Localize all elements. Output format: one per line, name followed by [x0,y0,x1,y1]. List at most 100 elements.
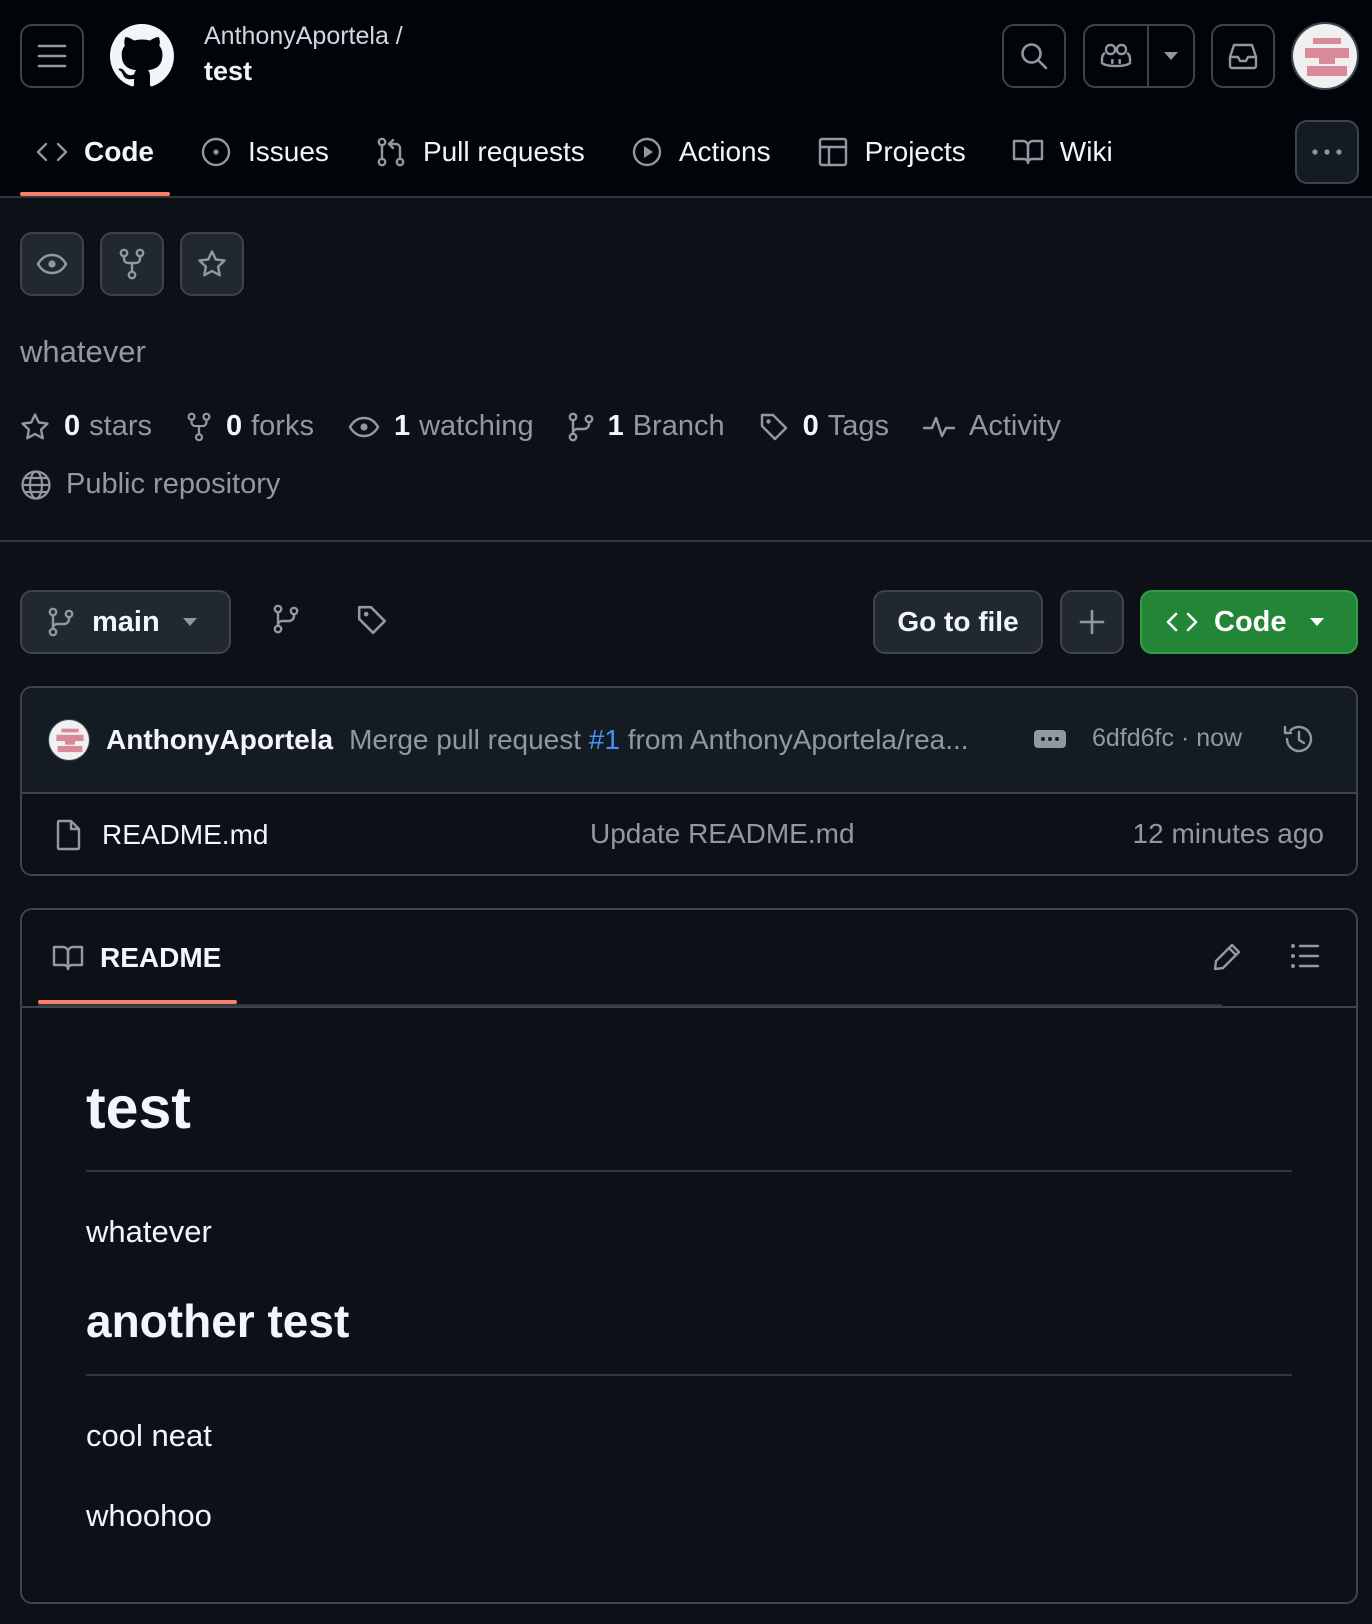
branches-count: 1 [607,410,624,442]
inbox-icon [1228,43,1258,70]
star-icon [20,412,50,442]
copilot-dropdown-button[interactable] [1149,26,1193,86]
star-button[interactable] [180,232,244,296]
commit-author-avatar[interactable] [48,719,90,761]
readme-tab-underline [38,1004,1222,1006]
commit-message-prefix: Merge pull request [349,724,589,755]
eye-icon [36,253,68,275]
inbox-button[interactable] [1211,24,1275,88]
globe-icon [20,469,52,501]
forks-count: 0 [225,410,243,442]
repo-name-link[interactable]: test [204,56,252,87]
pencil-icon[interactable] [1212,942,1242,972]
play-icon [631,136,663,168]
tag-icon [759,412,789,442]
search-icon [1021,43,1048,70]
tags-count: 0 [802,410,819,442]
repo-owner-link[interactable]: AnthonyAportela / [204,22,403,51]
expand-commit-message-button[interactable] [1034,730,1066,748]
forks-link[interactable]: 0 forks [186,410,314,443]
plus-icon [1079,609,1105,635]
readme-tab-label: README [100,942,222,973]
section-divider [0,540,1372,542]
user-avatar[interactable] [1291,22,1359,90]
branch-name: main [92,605,160,638]
star-icon [198,250,226,277]
repo-nav-tabs: Code Issues Pull requests Actions Projec… [20,120,1143,198]
tab-code[interactable]: Code [20,120,170,196]
tags-button[interactable] [356,604,388,636]
github-logo-icon[interactable] [110,24,174,88]
activity-label: Activity [969,410,1061,442]
kebab-horizontal-icon [1312,149,1342,155]
tag-icon [357,605,387,635]
forks-label: forks [251,410,314,442]
search-button[interactable] [1002,24,1066,88]
tab-actions-label: Actions [678,136,771,167]
tab-issues-label: Issues [248,136,329,167]
tags-label: Tags [827,410,890,442]
readme-tab[interactable]: README [38,910,237,1006]
tab-issues[interactable]: Issues [184,120,345,184]
visibility-label: Public repository [66,468,281,500]
commit-message-suffix: from AnthonyAportela/rea... [619,724,969,755]
history-icon[interactable] [1282,722,1316,756]
three-bars-icon [37,44,67,68]
readme-header: README [22,910,1356,1008]
eye-icon [348,416,380,438]
book-icon [52,944,84,972]
hamburger-menu-button[interactable] [20,24,84,88]
code-button-label: Code [1214,605,1287,638]
watching-count: 1 [393,410,411,442]
branches-button[interactable] [273,604,299,634]
go-to-file-button[interactable]: Go to file [873,590,1043,654]
tab-projects[interactable]: Projects [801,120,982,184]
commit-sha-time[interactable]: 6dfd6fc · now [1092,724,1242,753]
fork-button[interactable] [100,232,164,296]
readme-paragraph: whatever [86,1214,212,1249]
latest-commit-row: AnthonyAportela Merge pull request #1 fr… [22,688,1356,794]
copilot-button[interactable] [1085,26,1149,86]
commit-author-link[interactable]: AnthonyAportela [106,724,333,756]
stars-link[interactable]: 0 stars [20,410,152,443]
git-branch-icon [568,412,594,442]
file-row[interactable]: README.md Update README.md 12 minutes ag… [22,794,1356,874]
branches-link[interactable]: 1 Branch [568,410,725,443]
heading-rule [86,1170,1292,1172]
file-commit-time: 12 minutes ago [1132,818,1324,849]
copilot-icon [1100,43,1132,68]
readme-heading-1: test [86,1075,191,1141]
watch-button[interactable] [20,232,84,296]
pull-request-link[interactable]: #1 [589,724,620,755]
file-commit-message-link[interactable]: Update README.md [590,818,855,850]
tab-pull-requests[interactable]: Pull requests [359,120,601,184]
file-browser: AnthonyAportela Merge pull request #1 fr… [20,686,1358,876]
list-unordered-icon[interactable] [1290,942,1320,970]
watching-label: watching [419,410,534,442]
readme-heading-2: another test [86,1295,350,1347]
tab-actions[interactable]: Actions [615,120,787,184]
stars-count: 0 [64,410,81,442]
repo-description: whatever [20,334,146,369]
tab-pull-requests-label: Pull requests [422,136,585,167]
commit-message-link[interactable]: Merge pull request #1 from AnthonyAporte… [349,724,968,756]
code-icon [1166,611,1198,633]
tab-wiki-label: Wiki [1059,136,1113,167]
add-file-button[interactable] [1060,590,1124,654]
branch-selector-button[interactable]: main [20,590,231,654]
watching-link[interactable]: 1 watching [348,410,534,443]
repo-visibility: Public repository [20,468,280,501]
tab-code-label: Code [84,136,154,167]
tab-projects-label: Projects [864,136,966,167]
code-dropdown-button[interactable]: Code [1140,590,1358,654]
issue-opened-icon [200,136,232,168]
copilot-button-group [1083,24,1195,88]
activity-link[interactable]: Activity [923,410,1061,443]
pulse-icon [923,414,956,440]
repo-stats: 0 stars 0 forks 1 watching 1 Branch 0 Ta… [20,410,1095,443]
file-name-link[interactable]: README.md [102,819,268,851]
more-tabs-button[interactable] [1295,120,1359,184]
git-branch-icon [273,604,299,634]
tab-wiki[interactable]: Wiki [996,120,1129,184]
tags-link[interactable]: 0 Tags [759,410,889,443]
